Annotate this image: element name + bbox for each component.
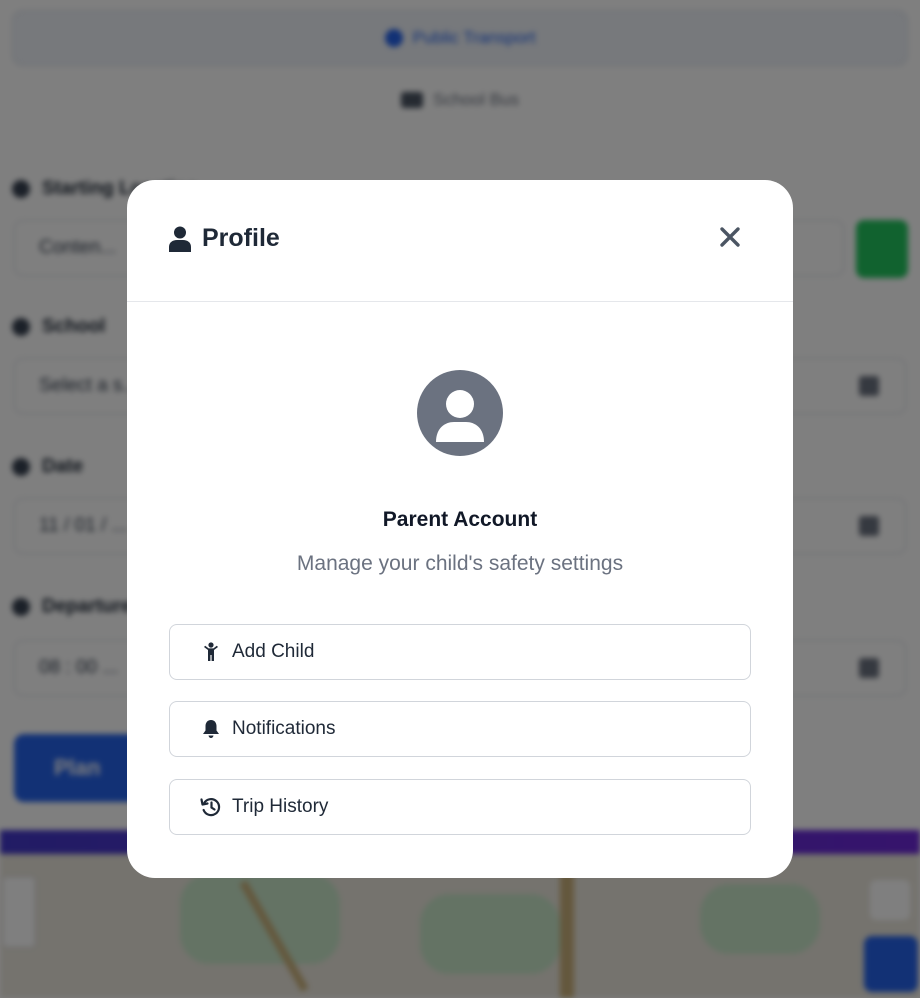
modal-header: Profile	[127, 180, 793, 302]
user-icon	[169, 226, 191, 252]
child-icon	[200, 641, 222, 663]
add-child-button[interactable]: Add Child	[169, 624, 751, 680]
history-icon	[200, 796, 222, 818]
user-circle-icon	[417, 370, 503, 456]
action-label: Notifications	[232, 718, 336, 739]
close-icon	[719, 226, 741, 253]
action-label: Add Child	[232, 641, 315, 662]
bell-icon	[200, 718, 222, 740]
account-title: Parent Account	[382, 508, 538, 531]
action-label: Trip History	[232, 796, 329, 817]
modal-title-text: Profile	[202, 224, 280, 252]
modal-title: Profile	[169, 224, 280, 253]
notifications-button[interactable]: Notifications	[169, 701, 751, 757]
account-subtitle: Manage your child's safety settings	[296, 552, 624, 575]
trip-history-button[interactable]: Trip History	[169, 779, 751, 835]
profile-modal: Profile Parent Account Manage your child…	[127, 180, 793, 878]
close-button[interactable]	[715, 224, 745, 254]
